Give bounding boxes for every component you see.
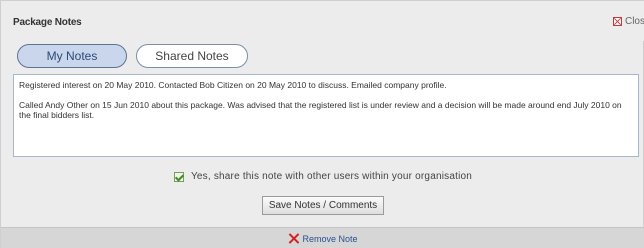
save-notes-button[interactable]: Save Notes / Comments <box>261 196 385 215</box>
share-checkbox[interactable] <box>173 171 184 182</box>
remove-note-link[interactable]: Remove Note <box>302 234 357 244</box>
panel-footer: Remove Note <box>1 227 644 248</box>
tab-shared-notes[interactable]: Shared Notes <box>136 44 248 68</box>
package-notes-panel: Package Notes Clos My Notes Shared Notes… <box>0 0 644 248</box>
notes-tabs: My Notes Shared Notes <box>17 44 248 68</box>
note-line: Registered interest on 20 May 2010. Cont… <box>19 80 447 90</box>
remove-icon[interactable] <box>288 233 299 244</box>
share-option: Yes, share this note with other users wi… <box>1 171 644 182</box>
panel-title: Package Notes <box>13 17 82 28</box>
save-row: Save Notes / Comments <box>1 196 644 215</box>
close-icon[interactable] <box>612 16 622 26</box>
close-label[interactable]: Clos <box>625 16 644 27</box>
note-line: Called Andy Other on 15 Jun 2010 about t… <box>19 100 622 120</box>
panel-header: Package Notes Clos <box>1 1 644 41</box>
share-label[interactable]: Yes, share this note with other users wi… <box>191 171 472 182</box>
notes-textarea[interactable]: Registered interest on 20 May 2010. Cont… <box>13 74 639 157</box>
close-button[interactable]: Clos <box>612 15 644 27</box>
tab-my-notes[interactable]: My Notes <box>17 44 127 68</box>
